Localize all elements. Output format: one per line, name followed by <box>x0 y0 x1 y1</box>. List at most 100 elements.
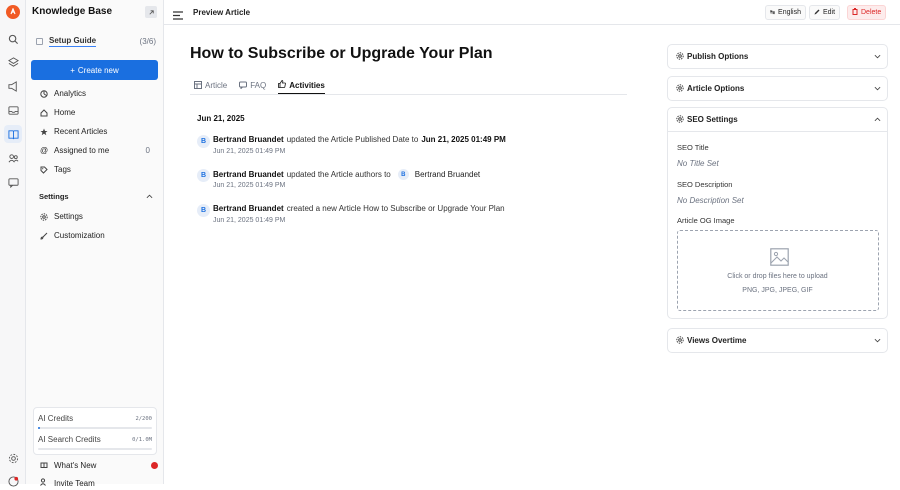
og-image-dropzone[interactable]: Click or drop files here to upload PNG, … <box>677 230 879 311</box>
avatar: B <box>197 169 210 182</box>
views-overtime-card[interactable]: Views Overtime <box>667 328 888 353</box>
invite-team-button[interactable]: Invite Team <box>40 478 95 488</box>
chat-icon[interactable] <box>4 173 22 191</box>
sidebar-item-analytics[interactable]: Analytics <box>40 89 150 98</box>
gear-icon <box>676 114 684 125</box>
pencil-icon <box>814 9 820 17</box>
star-icon <box>40 128 48 136</box>
arrow-up-right-icon <box>148 9 154 15</box>
brush-icon <box>40 232 48 240</box>
activity-actor[interactable]: Bertrand Bruandet <box>213 170 284 179</box>
sidebar-item-label: Recent Articles <box>54 127 108 136</box>
credits-panel: AI Credits 2/200 AI Search Credits 0/1.0… <box>33 407 157 455</box>
activity-actor[interactable]: Bertrand Bruandet <box>213 135 284 144</box>
setup-guide-label: Setup Guide <box>49 36 97 47</box>
book-icon[interactable] <box>4 125 22 143</box>
edit-label: Edit <box>823 9 836 16</box>
setup-guide-count: (3/6) <box>139 37 156 46</box>
sidebar-item-label: Settings <box>54 212 83 221</box>
analytics-icon <box>40 89 48 98</box>
chevron-down-icon <box>874 336 881 345</box>
ai-credits-value: 2/200 <box>135 416 152 422</box>
sidebar-item-label: Tags <box>54 165 71 174</box>
sidebar-item-home[interactable]: Home <box>40 108 150 117</box>
sidebar-item-assigned-to-me[interactable]: @ Assigned to me 0 <box>40 146 150 155</box>
thumbs-up-icon <box>278 80 287 90</box>
chevron-down-icon <box>874 52 881 61</box>
gear-icon <box>40 212 48 221</box>
seo-settings-header[interactable]: SEO Settings <box>676 108 881 131</box>
ai-search-credits-label: AI Search Credits <box>38 435 101 444</box>
activity-action: created a new Article How to Subscribe o… <box>286 204 505 213</box>
settings-icon[interactable] <box>4 449 22 467</box>
gear-icon <box>676 83 684 94</box>
layers-icon[interactable] <box>4 53 22 71</box>
ai-search-credits-value: 0/1.0M <box>132 437 152 443</box>
activity-target[interactable]: Bertrand Bruandet <box>415 170 480 179</box>
chevron-up-icon <box>146 192 153 201</box>
collapse-sidebar-button[interactable] <box>145 6 157 18</box>
users-icon[interactable] <box>4 149 22 167</box>
tab-article[interactable]: Article <box>194 80 227 94</box>
ai-credits-bar <box>38 427 152 429</box>
language-button[interactable]: ↹ English <box>765 5 806 20</box>
activity-actor[interactable]: Bertrand Bruandet <box>213 204 284 213</box>
activity-text: Bertrand Bruandet created a new Article … <box>213 204 508 213</box>
delete-label: Delete <box>861 9 882 16</box>
app-logo[interactable] <box>6 5 20 19</box>
activity-timestamp: Jun 21, 2025 01:49 PM <box>213 148 286 155</box>
sidebar-item-label: Analytics <box>54 89 87 98</box>
megaphone-icon[interactable] <box>4 77 22 95</box>
breadcrumb: Preview Article <box>193 8 251 17</box>
activity-text: Bertrand Bruandet updated the Article Pu… <box>213 135 506 144</box>
ai-credits-label: AI Credits <box>38 414 74 423</box>
user-avatar-icon[interactable] <box>4 472 22 490</box>
tabs-divider <box>190 94 627 95</box>
activity-action: updated the Article Published Date to <box>286 135 419 144</box>
sidebar-item-customization[interactable]: Customization <box>40 231 150 240</box>
inbox-icon[interactable] <box>4 101 22 119</box>
tab-faq[interactable]: FAQ <box>239 80 266 94</box>
trash-icon <box>852 8 858 17</box>
icon-rail <box>0 0 26 487</box>
tab-article-label: Article <box>205 81 228 90</box>
checkbox-icon <box>36 38 43 45</box>
gift-icon <box>40 460 48 470</box>
settings-group-header[interactable]: Settings <box>39 192 153 201</box>
whats-new-button[interactable]: What's New <box>40 460 158 470</box>
ai-credits-bar-fill <box>38 427 41 429</box>
top-bar: Preview Article ↹ English Edit Delete <box>164 0 900 25</box>
settings-group-title: Settings <box>39 192 69 201</box>
edit-button[interactable]: Edit <box>809 5 841 20</box>
publish-options-card[interactable]: Publish Options <box>667 44 888 69</box>
at-icon: @ <box>39 146 49 155</box>
article-options-title: Article Options <box>687 84 745 93</box>
og-image-label: Article OG Image <box>677 216 735 225</box>
setup-guide[interactable]: Setup Guide (3/6) <box>36 35 156 48</box>
article-options-card[interactable]: Article Options <box>667 76 888 101</box>
create-new-button[interactable]: + Create new <box>31 60 158 80</box>
activity-timestamp: Jun 21, 2025 01:49 PM <box>213 217 286 224</box>
tab-activities[interactable]: Activities <box>278 80 325 94</box>
delete-button[interactable]: Delete <box>847 5 887 20</box>
upload-instructions: Click or drop files here to upload <box>727 273 828 280</box>
avatar: B <box>397 169 409 180</box>
sidebar-item-label: Home <box>54 108 76 117</box>
gear-icon <box>676 335 684 346</box>
search-icon[interactable] <box>4 30 22 48</box>
seo-settings-card: SEO Settings SEO Title No Title Set SEO … <box>667 107 888 319</box>
sidebar-item-tags[interactable]: Tags <box>40 165 150 174</box>
sidebar: Knowledge Base Setup Guide (3/6) + Creat… <box>26 0 164 488</box>
seo-title-value[interactable]: No Title Set <box>677 159 719 168</box>
sidebar-item-settings[interactable]: Settings <box>40 212 150 221</box>
menu-icon[interactable] <box>173 7 183 25</box>
invite-team-label: Invite Team <box>54 478 95 488</box>
faq-icon <box>239 81 248 91</box>
notification-dot <box>151 461 158 469</box>
sidebar-item-label: Customization <box>54 231 105 240</box>
gear-icon <box>676 51 684 62</box>
seo-description-value[interactable]: No Description Set <box>677 196 744 205</box>
sidebar-item-recent-articles[interactable]: Recent Articles <box>40 127 150 136</box>
activity-action: updated the Article authors to <box>286 170 391 179</box>
article-title: How to Subscribe or Upgrade Your Plan <box>190 45 493 62</box>
